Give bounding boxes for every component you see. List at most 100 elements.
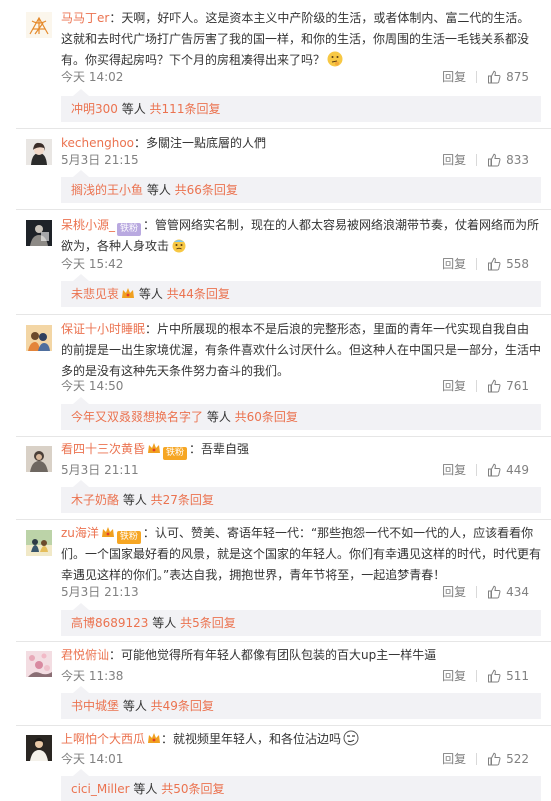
username-link[interactable]: 上啊怕个大西瓜 <box>61 732 145 746</box>
sub-reply-user[interactable]: 今年又双叒叕想换名字了 <box>71 410 203 424</box>
separator: ： <box>145 322 158 336</box>
username-link[interactable]: zu海洋 <box>61 526 99 540</box>
reply-button[interactable]: 回复 <box>442 66 466 88</box>
avatar[interactable] <box>26 325 52 351</box>
username-link[interactable]: 看四十三次黄昏 <box>61 442 145 456</box>
comment-text: 天啊，好吓人。这是资本主义中产阶级的生活，或者体制内、富二代的生活。这就和去时代… <box>61 11 530 67</box>
sub-reply-count-link[interactable]: 共60条回复 <box>235 410 298 424</box>
comment-text: 多關注一點底層的人們 <box>146 136 267 150</box>
sub-reply-count-link[interactable]: 共111条回复 <box>150 102 221 116</box>
comment-divider <box>16 209 551 210</box>
comment-body: zu海洋 铁粉 ：认可、赞美、寄语年轻一代：“那些抱怨一代不如一代的人，应该看看你们… <box>61 523 541 586</box>
like-button[interactable]: 833 <box>487 149 529 171</box>
reply-button[interactable]: 回复 <box>442 581 466 603</box>
sub-reply-count-link[interactable]: 共5条回复 <box>180 616 236 630</box>
comment-divider <box>16 725 551 726</box>
comment-divider <box>16 128 551 129</box>
reply-button[interactable]: 回复 <box>442 459 466 481</box>
avatar[interactable] <box>26 12 52 38</box>
separator: ： <box>109 648 122 662</box>
sub-reply-count-link[interactable]: 共27条回复 <box>151 493 214 507</box>
sub-reply-user[interactable]: 书中城堡 <box>71 699 119 713</box>
separator: ： <box>134 136 147 150</box>
sub-reply-summary[interactable]: 书中城堡 等人 共49条回复 <box>61 686 541 719</box>
like-button[interactable]: 434 <box>487 581 529 603</box>
username-link[interactable]: 马马丁er <box>61 11 109 25</box>
username-link[interactable]: kechenghoo <box>61 136 134 150</box>
action-divider <box>476 670 478 682</box>
comment-body: 看四十三次黄昏 铁粉 ：吾辈自强 <box>61 439 541 460</box>
comment-text: 可能他觉得所有年轻人都像有团队包装的百大up主一样牛逼 <box>121 648 437 662</box>
sub-reply-user[interactable]: 未悲见衷 <box>71 287 119 301</box>
bubble-caret <box>73 170 89 177</box>
avatar[interactable] <box>26 530 52 556</box>
sub-reply-count-link[interactable]: 共44条回复 <box>167 287 230 301</box>
reply-button[interactable]: 回复 <box>442 665 466 687</box>
like-button[interactable]: 875 <box>487 66 529 88</box>
reply-button[interactable]: 回复 <box>442 253 466 275</box>
avatar[interactable] <box>26 220 52 246</box>
sub-reply-summary[interactable]: 高博8689123 等人 共5条回复 <box>61 603 541 636</box>
sub-reply-count-link[interactable]: 共49条回复 <box>151 699 214 713</box>
sub-reply-mid: 等人 <box>203 410 235 424</box>
like-button[interactable]: 761 <box>487 375 529 397</box>
like-button[interactable]: 511 <box>487 665 529 687</box>
comment-divider <box>16 436 551 437</box>
separator: ： <box>143 218 156 232</box>
crown-badge-icon <box>147 442 161 455</box>
sub-reply-user[interactable]: 木子奶酪 <box>71 493 119 507</box>
sub-reply-mid: 等人 <box>119 493 151 507</box>
like-button[interactable]: 449 <box>487 459 529 481</box>
sub-reply-summary[interactable]: cici_Miller 等人 共50条回复 <box>61 769 541 801</box>
sub-reply-mid: 等人 <box>117 102 150 116</box>
comment-body: 君悦俯讪：可能他觉得所有年轻人都像有团队包装的百大up主一样牛逼 <box>61 645 541 666</box>
sub-reply-summary[interactable]: 今年又双叒叕想换名字了 等人 共60条回复 <box>61 397 541 430</box>
comment-feed: 马马丁er ： 天啊，好吓人。这是资本主义中产阶级的生活，或者体制内、富二代的生活。… <box>0 0 551 801</box>
sub-reply-mid: 等人 <box>148 616 181 630</box>
action-divider <box>476 586 478 598</box>
comment-body: 上啊怕个大西瓜 ：就视频里年轻人，和各位沾边吗 <box>61 729 541 750</box>
comment-time: 5月3日 21:13 <box>61 585 139 599</box>
avatar[interactable] <box>26 139 52 165</box>
sub-reply-count-link[interactable]: 共66条回复 <box>175 183 238 197</box>
comment-divider <box>16 641 551 642</box>
fan-badge: 铁粉 <box>117 223 142 236</box>
thinking-emoji-icon <box>327 51 343 67</box>
like-count: 761 <box>506 379 529 393</box>
like-button[interactable]: 522 <box>487 748 529 770</box>
like-button[interactable]: 558 <box>487 253 529 275</box>
sub-reply-summary[interactable]: 冲明300 等人 共111条回复 <box>61 89 541 122</box>
comment-text: 吾辈自强 <box>201 442 250 456</box>
sub-reply-user[interactable]: cici_Miller <box>71 782 130 796</box>
comment-time: 今天 11:38 <box>61 669 124 683</box>
like-count: 434 <box>506 585 529 599</box>
sub-reply-summary[interactable]: 搁浅的王小鱼 等人 共66条回复 <box>61 170 541 203</box>
avatar[interactable] <box>26 651 52 677</box>
sub-reply-mid: 等人 <box>129 782 162 796</box>
reply-button[interactable]: 回复 <box>442 375 466 397</box>
sub-reply-user[interactable]: 高博8689123 <box>71 616 148 630</box>
like-count: 511 <box>506 669 529 683</box>
avatar[interactable] <box>26 446 52 472</box>
reply-button[interactable]: 回复 <box>442 149 466 171</box>
reply-button[interactable]: 回复 <box>442 748 466 770</box>
username-link[interactable]: 呆桃小源_ <box>61 218 115 232</box>
sub-reply-count-link[interactable]: 共50条回复 <box>161 782 224 796</box>
sub-reply-mid: 等人 <box>135 287 167 301</box>
crown-badge-icon <box>147 732 161 745</box>
sub-reply-user[interactable]: 冲明300 <box>71 102 118 116</box>
comment-time: 5月3日 21:15 <box>61 153 139 167</box>
avatar[interactable] <box>26 735 52 761</box>
sub-reply-user[interactable]: 搁浅的王小鱼 <box>71 183 143 197</box>
comment-divider <box>16 314 551 315</box>
comment-time: 5月3日 21:11 <box>61 463 139 477</box>
username-link[interactable]: 君悦俯讪 <box>61 648 109 662</box>
crown-badge-icon <box>121 287 135 300</box>
thumbs-up-icon <box>487 70 501 84</box>
comment-body: 保证十小时睡眠：片中所展现的根本不是后浪的完整形态，里面的青年一代实现自我自由的… <box>61 319 541 382</box>
bubble-caret <box>73 89 89 96</box>
sub-reply-mid: 等人 <box>143 183 175 197</box>
sub-reply-summary[interactable]: 未悲见衷 等人 共44条回复 <box>61 274 541 307</box>
username-link[interactable]: 保证十小时睡眠 <box>61 322 145 336</box>
sub-reply-summary[interactable]: 木子奶酪 等人 共27条回复 <box>61 480 541 513</box>
